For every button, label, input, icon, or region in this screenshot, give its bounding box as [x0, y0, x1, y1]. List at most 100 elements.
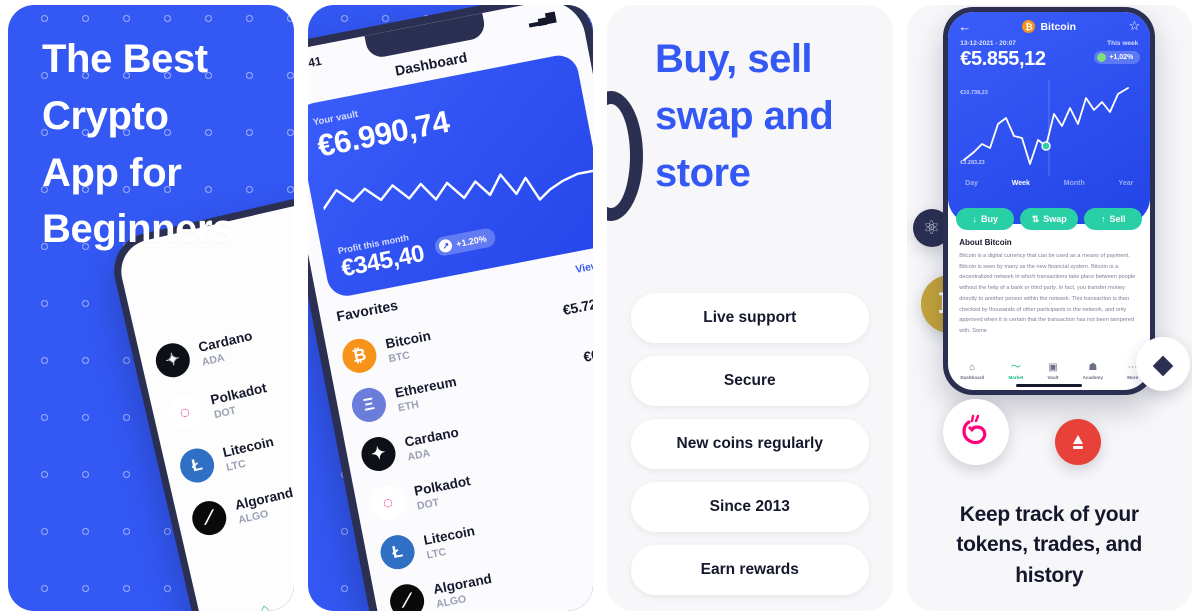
feature-pill-new-coins[interactable]: New coins regularly: [631, 419, 869, 469]
buy-label: Buy: [980, 214, 998, 224]
coin-title: Bitcoin: [1040, 20, 1077, 33]
vault-icon: ▣: [1048, 362, 1058, 373]
tab-dashboard[interactable]: ⌂ Dashboard: [242, 597, 289, 611]
phone-screen: 9:41 ▂▄▆ Dashboard Your vault €6.990,74 …: [307, 5, 593, 611]
time-range-tabs: Day Week Month Year: [948, 180, 1150, 187]
arrow-up-icon: ↑: [1100, 214, 1106, 224]
range-year[interactable]: Year: [1119, 180, 1134, 187]
phone-mockup-bitcoin-detail: ← ₿ Bitcoin ☆ 13-12-2021 - 20:07 €5.855,…: [943, 7, 1156, 395]
about-section: About Bitcoin Bitcoin is a digital curre…: [959, 238, 1139, 337]
cardano-icon: ✦: [151, 339, 193, 381]
swap-icon: ⇅: [1031, 213, 1040, 224]
screen-title-bar: ₿ Bitcoin: [948, 20, 1150, 33]
phone-screen: ✦ Cardano ADA ◌ Polkadot DOT Ł Litecoin …: [114, 199, 294, 611]
nav-market[interactable]: 〜 Market: [1008, 362, 1024, 381]
home-indicator: [1016, 384, 1083, 387]
swap-button[interactable]: ⇅ Swap: [1020, 208, 1079, 230]
app-store-screenshot-gallery: The Best Crypto App for Beginners ✦ Card…: [0, 0, 1200, 616]
phone-screen: ← ₿ Bitcoin ☆ 13-12-2021 - 20:07 €5.855,…: [948, 12, 1151, 390]
change-badge: +1,02%: [1094, 51, 1141, 64]
status-time: 9:41: [307, 53, 323, 73]
headline-line: The Best: [42, 37, 208, 81]
panel4-caption: Keep track of your tokens, trades, and h…: [923, 500, 1177, 591]
period-label: This week: [1107, 40, 1139, 47]
cardano-icon: ✦: [358, 434, 398, 474]
panel-features: Buy, sell swap and store Live support Se…: [607, 5, 893, 611]
coin-price: €600,64: [581, 339, 593, 365]
profit-change-value: +1.20%: [454, 233, 487, 249]
feature-pill-live-support[interactable]: Live support: [631, 293, 869, 343]
graduation-cap-icon: ☗: [1088, 362, 1098, 373]
headline-line: store: [655, 150, 751, 195]
favorites-heading: Favorites: [334, 296, 399, 325]
headline-line: App for: [42, 150, 182, 195]
arrow-down-icon: ↓: [972, 214, 977, 224]
trend-up-icon: [1097, 53, 1107, 62]
favorites-list: ₿ Bitcoin BTC €5.723,24 +1,20% Ξ: [337, 280, 593, 611]
sell-label: Sell: [1109, 214, 1126, 224]
headline-line: Buy, sell: [655, 37, 813, 81]
feature-pill-since-2013[interactable]: Since 2013: [631, 482, 869, 532]
panel3-headline: Buy, sell swap and store: [655, 31, 869, 201]
view-all-link[interactable]: View all: [574, 257, 593, 276]
headline-line: swap and: [655, 93, 834, 138]
about-body: Bitcoin is a digital currency that can b…: [959, 253, 1136, 335]
panel-beginners: The Best Crypto App for Beginners ✦ Card…: [8, 5, 294, 611]
action-button-row: ↓ Buy ⇅ Swap ↑ Sell: [956, 208, 1143, 230]
signal-icon: ▂▄▆: [526, 8, 556, 28]
feature-pill-earn-rewards[interactable]: Earn rewards: [631, 545, 869, 595]
range-month[interactable]: Month: [1064, 180, 1085, 187]
caption-line: history: [1015, 563, 1084, 587]
decorative-curve: [607, 91, 643, 221]
nav-dashboard[interactable]: ⌂ Dashboard: [960, 362, 985, 381]
nav-vault[interactable]: ▣ Vault: [1047, 362, 1059, 381]
panel1-headline: The Best Crypto App for Beginners: [42, 31, 274, 258]
uniswap-icon: [942, 399, 1009, 465]
favorite-star-icon[interactable]: ☆: [1129, 18, 1141, 34]
bottom-nav-bar: ⌂ Dashboard 〜 Market ▣ Vault ☗ Academy ⋯…: [948, 362, 1150, 381]
price-timestamp: 13-12-2021 - 20:07: [960, 40, 1016, 47]
home-icon: ⌂: [969, 362, 976, 373]
home-icon: ⌂: [257, 600, 271, 611]
buy-button[interactable]: ↓ Buy: [956, 208, 1015, 230]
nav-academy[interactable]: ☗ Academy: [1082, 362, 1104, 381]
range-week[interactable]: Week: [1012, 180, 1030, 187]
nav-label: Market: [1008, 375, 1024, 380]
bottom-tab-bar: ⌂ Dashboard 〜 Market: [200, 569, 294, 611]
feature-pill-list: Live support Secure New coins regularly …: [631, 293, 869, 595]
nav-label: Vault: [1047, 375, 1059, 380]
about-title: About Bitcoin: [959, 238, 1012, 247]
headline-line: Beginners: [42, 207, 235, 252]
panel-dashboard: 9:41 ▂▄▆ Dashboard Your vault €6.990,74 …: [307, 5, 593, 611]
bitcoin-icon: ₿: [338, 335, 379, 376]
arrow-up-icon: ↗: [437, 238, 454, 254]
feature-pill-secure[interactable]: Secure: [631, 356, 869, 406]
vault-card[interactable]: Your vault €6.990,74 Profit this month €…: [307, 52, 593, 300]
algorand-icon: ⟋: [188, 497, 230, 539]
algorand-icon: ⟋: [386, 581, 427, 611]
panel-track-tokens: ⚛ ₿ ← ₿ Bitcoin ☆ 13-12-2021 - 20:07 €5.…: [906, 5, 1192, 611]
phone-mockup-dashboard: 9:41 ▂▄▆ Dashboard Your vault €6.990,74 …: [307, 5, 593, 611]
litecoin-icon: Ł: [377, 532, 418, 573]
price-chart-header: ← ₿ Bitcoin ☆ 13-12-2021 - 20:07 €5.855,…: [948, 12, 1151, 224]
swap-label: Swap: [1043, 214, 1067, 224]
ethereum-icon: ◆: [1136, 337, 1190, 391]
polkadot-icon: ◌: [367, 483, 408, 524]
coin-price: €200,68: [591, 389, 593, 414]
caption-line: tokens, trades, and: [956, 533, 1143, 557]
ethereum-icon: Ξ: [348, 384, 389, 425]
bitcoin-badge-icon: ₿: [1022, 20, 1036, 33]
chart-icon: 〜: [1010, 362, 1021, 373]
nav-label: Dashboard: [960, 375, 985, 380]
unicorn-glyph: [961, 414, 986, 445]
favorites-list: ✦ Cardano ADA ◌ Polkadot DOT Ł Litecoin …: [150, 295, 294, 549]
nav-label: More: [1127, 375, 1139, 380]
avalanche-icon: [1054, 419, 1101, 465]
sell-button[interactable]: ↑ Sell: [1084, 208, 1143, 230]
nav-label: Academy: [1082, 375, 1104, 380]
change-value: +1,02%: [1109, 54, 1134, 61]
caption-line: Keep track of your: [959, 502, 1139, 526]
current-price: €5.855,12: [960, 48, 1046, 70]
range-day[interactable]: Day: [965, 180, 978, 187]
price-line-chart: [963, 80, 1130, 176]
